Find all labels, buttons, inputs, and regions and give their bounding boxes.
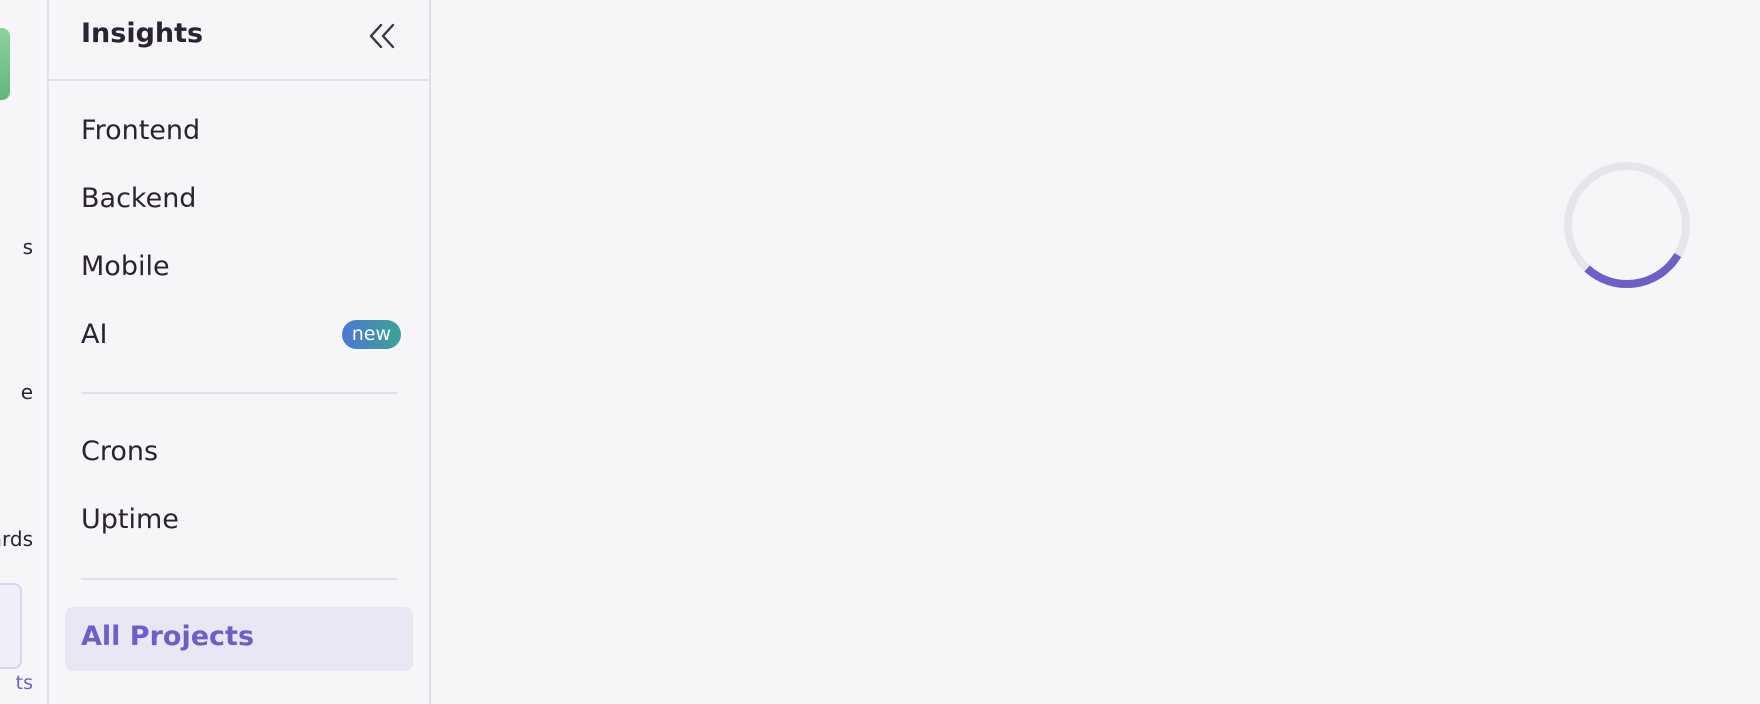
sidebar-item-mobile[interactable]: Mobile [81,244,401,288]
sidebar-divider [81,578,397,580]
main-content [431,0,1760,704]
rail-item-label[interactable]: ards [0,527,33,551]
sidebar-title: Insights [81,18,204,49]
sidebar-item-label: Backend [81,182,197,214]
sidebar-item-label: Uptime [81,503,179,535]
sidebar-item-label: All Projects [81,621,255,652]
sidebar-item-crons[interactable]: Crons [81,429,401,473]
sidebar-item-frontend[interactable]: Frontend [81,108,401,152]
sidebar-divider [81,392,397,394]
loading-spinner-icon [1564,162,1690,289]
chevrons-double-left-icon [369,23,395,49]
org-avatar[interactable] [0,28,10,100]
sidebar-item-all-projects[interactable]: All Projects [65,607,413,671]
new-badge: new [341,319,401,349]
collapse-sidebar-button[interactable] [367,20,399,52]
sidebar-item-label: Crons [81,435,159,467]
sidebar-item-ai[interactable]: AI new [81,312,401,356]
sidebar-header: Insights [49,0,429,81]
app-window: s e ards ts Insights Frontend Backend Mo… [0,0,1760,704]
rail-item-label[interactable]: e [21,380,33,404]
primary-nav-rail: s e ards ts [0,0,49,704]
sidebar-item-backend[interactable]: Backend [81,176,401,220]
sidebar-item-uptime[interactable]: Uptime [81,497,401,541]
rail-item-active-icon-box[interactable] [0,583,22,669]
sidebar-item-label: Frontend [81,114,201,146]
rail-item-label[interactable]: s [23,235,33,259]
sidebar-item-label: Mobile [81,250,170,282]
rail-item-active-label[interactable]: ts [16,672,33,694]
sidebar-item-label: AI [81,318,108,350]
insights-sidebar: Insights Frontend Backend Mobile AI new … [49,0,431,704]
